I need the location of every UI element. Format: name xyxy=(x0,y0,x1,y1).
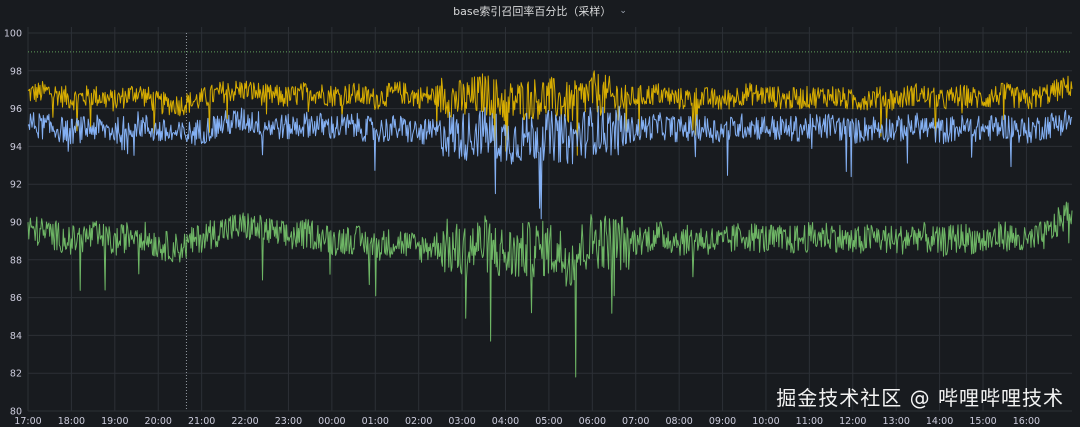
x-tick-label: 01:00 xyxy=(362,416,389,427)
x-tick-label: 21:00 xyxy=(188,416,215,427)
x-tick-label: 16:00 xyxy=(1013,416,1040,427)
y-tick-label: 92 xyxy=(10,180,22,191)
x-tick-label: 05:00 xyxy=(535,416,562,427)
x-tick-label: 07:00 xyxy=(622,416,649,427)
x-tick-label: 13:00 xyxy=(882,416,909,427)
x-tick-label: 06:00 xyxy=(579,416,606,427)
x-tick-label: 17:00 xyxy=(14,416,41,427)
y-axis: 80828486889092949698100 xyxy=(4,29,22,418)
y-tick-label: 98 xyxy=(10,66,22,77)
line-chart[interactable]: 80828486889092949698100 17:00 18:00 19:00 2… xyxy=(0,0,1080,427)
series-line-1 xyxy=(27,105,1073,220)
x-tick-label: 18:00 xyxy=(58,416,85,427)
x-axis: 17:00 18:00 19:00 20:00 21:00 22:00 23:00 00:00… xyxy=(14,416,1040,427)
y-tick-label: 82 xyxy=(10,369,22,380)
x-tick-label: 09:00 xyxy=(709,416,736,427)
x-tick-label: 02:00 xyxy=(405,416,432,427)
x-tick-label: 23:00 xyxy=(275,416,302,427)
y-tick-label: 90 xyxy=(10,218,22,229)
watermark: 掘金技术社区 @ 哔哩哔哩技术 xyxy=(776,386,1064,410)
y-tick-label: 96 xyxy=(10,104,22,115)
y-tick-label: 86 xyxy=(10,293,22,304)
y-tick-label: 84 xyxy=(10,331,22,342)
x-tick-label: 04:00 xyxy=(492,416,519,427)
x-tick-label: 03:00 xyxy=(448,416,475,427)
x-tick-label: 12:00 xyxy=(839,416,866,427)
graph-panel: base索引召回率百分比（采样） ⌄ 80 82 84 86 88 90 92 94 96 98 1… xyxy=(0,0,1080,427)
x-tick-label: 10:00 xyxy=(752,416,779,427)
x-tick-label: 15:00 xyxy=(969,416,996,427)
x-tick-label: 14:00 xyxy=(926,416,953,427)
x-tick-label: 11:00 xyxy=(796,416,823,427)
series-line-2 xyxy=(27,201,1073,378)
series-group[interactable] xyxy=(27,70,1073,378)
y-tick-label: 94 xyxy=(10,142,22,153)
x-tick-label: 00:00 xyxy=(318,416,345,427)
y-tick-label: 88 xyxy=(10,255,22,266)
x-tick-label: 20:00 xyxy=(145,416,172,427)
y-tick-label: 100 xyxy=(4,29,22,40)
x-tick-label: 08:00 xyxy=(665,416,692,427)
x-tick-label: 22:00 xyxy=(231,416,258,427)
x-tick-label: 19:00 xyxy=(101,416,128,427)
